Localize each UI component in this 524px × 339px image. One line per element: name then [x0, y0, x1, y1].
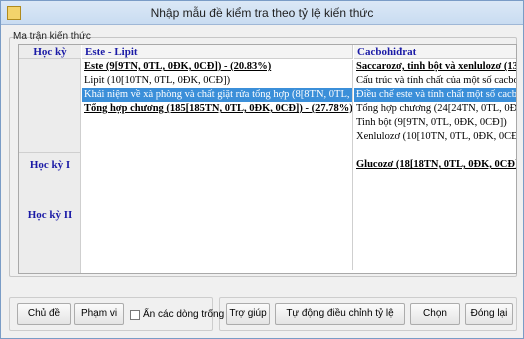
- cacbohidrat-column: Saccarozơ, tinh bột và xenlulozơ (13[13T…: [354, 60, 516, 270]
- help-button[interactable]: Trợ giúp: [226, 303, 270, 325]
- knowledge-matrix-label: Ma trận kiến thức: [13, 31, 91, 42]
- list-item[interactable]: Glucozơ (18[18TN, 0TL, 0ĐK, 0CĐ]) -: [354, 158, 516, 172]
- close-button[interactable]: Đóng lại: [465, 303, 513, 325]
- hide-empty-rows-checkbox[interactable]: [130, 310, 140, 320]
- list-item-selected[interactable]: Khái niệm về xà phòng và chất giặt rửa t…: [82, 88, 352, 102]
- semester-divider: [19, 152, 81, 153]
- list-item[interactable]: Saccarozơ, tinh bột và xenlulozơ (13[13T…: [354, 60, 516, 74]
- scope-button[interactable]: Phạm vi: [74, 303, 124, 325]
- semester-2-cell[interactable]: Học kỳ II: [19, 209, 81, 221]
- list-item[interactable]: Tổng hợp chương (24[24TN, 0TL, 0ĐK, 0CĐ: [354, 102, 516, 116]
- hide-empty-rows-label: Ẩn các dòng trống: [143, 309, 225, 320]
- header-este-lipit[interactable]: Este - Lipit: [82, 45, 353, 59]
- select-button[interactable]: Chọn: [410, 303, 460, 325]
- semester-1-cell[interactable]: Học kỳ I: [19, 159, 81, 171]
- list-item[interactable]: Tinh bột (9[9TN, 0TL, 0ĐK, 0CĐ]): [354, 116, 516, 130]
- header-semester[interactable]: Học kỳ: [19, 45, 81, 59]
- list-item-selected[interactable]: Điều chế este và tính chất một số cacbon…: [354, 88, 516, 102]
- list-item[interactable]: Lipit (10[10TN, 0TL, 0ĐK, 0CĐ]): [82, 74, 352, 88]
- list-item[interactable]: Cấu trúc và tính chất của một số cacbonh…: [354, 74, 516, 88]
- window-title: Nhập mẫu đề kiểm tra theo tỷ lệ kiến thứ…: [150, 6, 374, 20]
- topic-button[interactable]: Chủ đề: [17, 303, 71, 325]
- auto-adjust-ratio-button[interactable]: Tự động điều chỉnh tỷ lệ: [275, 303, 405, 325]
- knowledge-matrix-grid[interactable]: Học kỳ Este - Lipit Cacbohiđrat Học kỳ I…: [18, 44, 517, 274]
- title-bar: Nhập mẫu đề kiểm tra theo tỷ lệ kiến thứ…: [1, 1, 523, 25]
- list-item[interactable]: Tổng hợp chương (185[185TN, 0TL, 0ĐK, 0C…: [82, 102, 352, 116]
- dialog-window: Nhập mẫu đề kiểm tra theo tỷ lệ kiến thứ…: [0, 0, 524, 339]
- list-item[interactable]: Este (9[9TN, 0TL, 0ĐK, 0CĐ]) - (20.83%): [82, 60, 352, 74]
- list-item-empty[interactable]: [354, 144, 516, 158]
- header-cacbohidrat[interactable]: Cacbohiđrat: [354, 45, 516, 59]
- este-lipit-column: Este (9[9TN, 0TL, 0ĐK, 0CĐ]) - (20.83%) …: [82, 60, 353, 270]
- list-item[interactable]: Xenlulozơ (10[10TN, 0TL, 0ĐK, 0CĐ]): [354, 130, 516, 144]
